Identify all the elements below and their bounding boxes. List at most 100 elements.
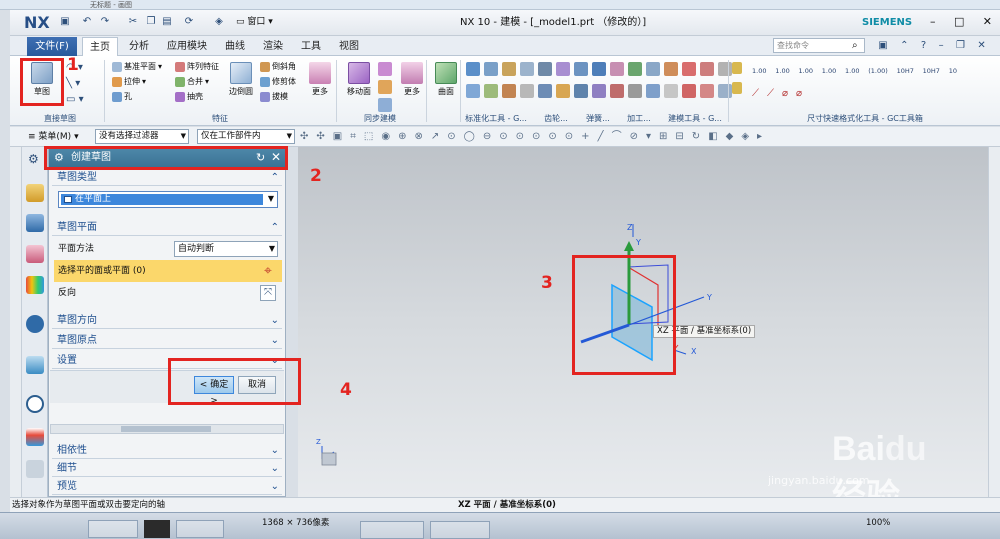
gc-tool-icon[interactable] [646, 62, 660, 76]
view-triad[interactable] [321, 446, 337, 466]
gc-tool-icon[interactable] [556, 62, 570, 76]
rectangle-tool-icon[interactable]: ▭ ▾ [66, 94, 84, 105]
dim-format-6[interactable]: (1.00) [868, 66, 888, 76]
snap-icon[interactable]: ◈ [741, 130, 749, 144]
scope-select[interactable]: 仅在工作部件内 ▼ [197, 129, 295, 144]
snap-icon[interactable]: ⊙ [532, 130, 540, 144]
snap-icon[interactable]: ▣ [333, 130, 342, 144]
roles-icon[interactable] [26, 460, 44, 478]
cut-icon[interactable]: ✂ [126, 15, 140, 29]
sketch-type-select[interactable]: 在平面上 ▼ [58, 191, 278, 208]
redo-icon[interactable]: ↷ [98, 15, 112, 29]
web-browser-icon[interactable] [26, 315, 44, 333]
right-scrollbar[interactable] [988, 147, 1000, 497]
snap-icon[interactable]: ↗ [431, 130, 439, 144]
gc-tool-icon[interactable] [484, 84, 498, 98]
taskbar-app-button[interactable] [176, 520, 224, 538]
repeat-command-icon[interactable]: ⟳ [182, 15, 196, 29]
menu-button[interactable]: ≡ 菜单(M) ▾ [28, 130, 79, 144]
section-sketch-origin[interactable]: 草图原点 ⌄ [52, 333, 282, 349]
window-menu[interactable]: ▭ 窗口 ▾ [236, 15, 273, 29]
dialog-hscrollbar[interactable] [50, 424, 284, 434]
part-navigator-icon[interactable] [26, 245, 44, 263]
dim-format-2[interactable]: 1.00 [775, 66, 789, 76]
surface-button[interactable]: 曲面 [432, 60, 460, 100]
clock-icon[interactable] [26, 395, 44, 413]
dim-format-4[interactable]: 1.00 [822, 66, 836, 76]
gc-tool-icon[interactable] [484, 62, 498, 76]
tab-file[interactable]: 文件(F) [27, 37, 77, 56]
search-icon[interactable]: ⌕ [852, 39, 858, 52]
datum-plane-button[interactable]: 基准平面 ▾ [112, 60, 162, 73]
constraint-navigator-icon[interactable] [26, 214, 44, 232]
doc-restore-icon[interactable]: ❐ [956, 38, 965, 54]
gc-tool-icon[interactable] [700, 62, 714, 76]
resource-bar-settings-icon[interactable]: ⚙ [28, 152, 39, 166]
crosshair-icon[interactable]: ⌖ [259, 262, 277, 280]
system-materials-icon[interactable] [26, 428, 44, 446]
snap-icon[interactable]: ⊙ [447, 130, 455, 144]
snap-icon[interactable]: ⊗ [414, 130, 422, 144]
gc-tool-icon[interactable] [718, 84, 732, 98]
taskbar-app-button[interactable] [88, 520, 138, 538]
shell-button[interactable]: 抽壳 [175, 90, 203, 103]
select-plane-row[interactable]: 选择平的面或平面 (0) [54, 260, 282, 282]
gc-tool-icon[interactable] [574, 84, 588, 98]
gc-tool-icon[interactable] [628, 84, 642, 98]
maximize-icon[interactable]: □ [954, 14, 964, 30]
gc-tool-icon[interactable] [538, 84, 552, 98]
section-sketch-type[interactable]: 草图类型 ⌃ [52, 170, 282, 186]
section-associativity[interactable]: 相依性 ⌄ [52, 443, 282, 459]
gc-tool-icon[interactable] [574, 62, 588, 76]
dim-format-1[interactable]: 1.00 [752, 66, 766, 76]
snap-icon[interactable]: ╱ [598, 130, 604, 144]
sync-tool-icon[interactable] [378, 98, 392, 112]
dim-format-5[interactable]: 1.00 [845, 66, 859, 76]
gc-tool-icon[interactable] [502, 62, 516, 76]
move-face-button[interactable]: 移动面 [343, 60, 375, 100]
section-sketch-orientation[interactable]: 草图方向 ⌄ [52, 313, 282, 329]
trim-body-button[interactable]: 修剪体 [260, 75, 296, 88]
more-features-button[interactable]: 更多 [306, 60, 334, 100]
gc-tool-icon[interactable] [682, 84, 696, 98]
snap-icon[interactable]: ⊙ [565, 130, 573, 144]
snap-icon[interactable]: + [581, 130, 589, 144]
gc-tool-icon[interactable] [592, 84, 606, 98]
draft-button[interactable]: 拔模 [260, 90, 288, 103]
collapse-ribbon-icon[interactable]: ⌃ [900, 38, 908, 54]
line-tool-icon[interactable]: ╲ ▾ [66, 78, 84, 89]
snap-icon[interactable]: ◆ [726, 130, 734, 144]
tab-home[interactable]: 主页 [82, 37, 118, 56]
snap-icon[interactable]: ⊙ [516, 130, 524, 144]
gc-tool-icon[interactable] [592, 62, 606, 76]
snap-icon[interactable]: ⊖ [483, 130, 491, 144]
taskbar-app-button[interactable] [144, 520, 170, 538]
snap-icon[interactable]: ⊞ [659, 130, 667, 144]
gc-tool-icon[interactable] [700, 84, 714, 98]
gc-tool-icon[interactable] [682, 62, 696, 76]
sync-tool-icon[interactable] [378, 80, 392, 94]
tab-render[interactable]: 渲染 [258, 37, 288, 56]
type-filter-select[interactable]: 没有选择过滤器 ▼ [95, 129, 189, 144]
help-icon[interactable]: ? [921, 38, 926, 54]
pattern-feature-button[interactable]: 阵列特征 [175, 60, 219, 73]
taskbar-app-button[interactable] [360, 521, 424, 539]
snap-icon[interactable]: ⌗ [350, 130, 356, 144]
section-preview[interactable]: 预览 ⌄ [52, 479, 282, 495]
dim-format-9[interactable]: 10 [949, 66, 957, 76]
gc-tool-icon[interactable] [610, 62, 624, 76]
unite-button[interactable]: 合并 ▾ [175, 75, 209, 88]
extrude-button[interactable]: 拉伸 ▾ [112, 75, 146, 88]
dim-format-3[interactable]: 1.00 [799, 66, 813, 76]
history-icon[interactable] [26, 356, 44, 374]
dim-radius-icon[interactable]: ⟋ [767, 88, 774, 99]
snap-icon[interactable]: ⬚ [364, 130, 373, 144]
paste-icon[interactable]: ▤ [160, 15, 174, 29]
snap-icon[interactable]: ⌒ [612, 130, 622, 144]
section-sketch-plane[interactable]: 草图平面 ⌃ [52, 220, 282, 236]
gc-tool-icon[interactable] [538, 62, 552, 76]
close-icon[interactable]: ✕ [983, 14, 992, 30]
gc-tool-icon[interactable] [520, 62, 534, 76]
tab-curve[interactable]: 曲线 [220, 37, 250, 56]
gc-tool-icon[interactable] [664, 62, 678, 76]
